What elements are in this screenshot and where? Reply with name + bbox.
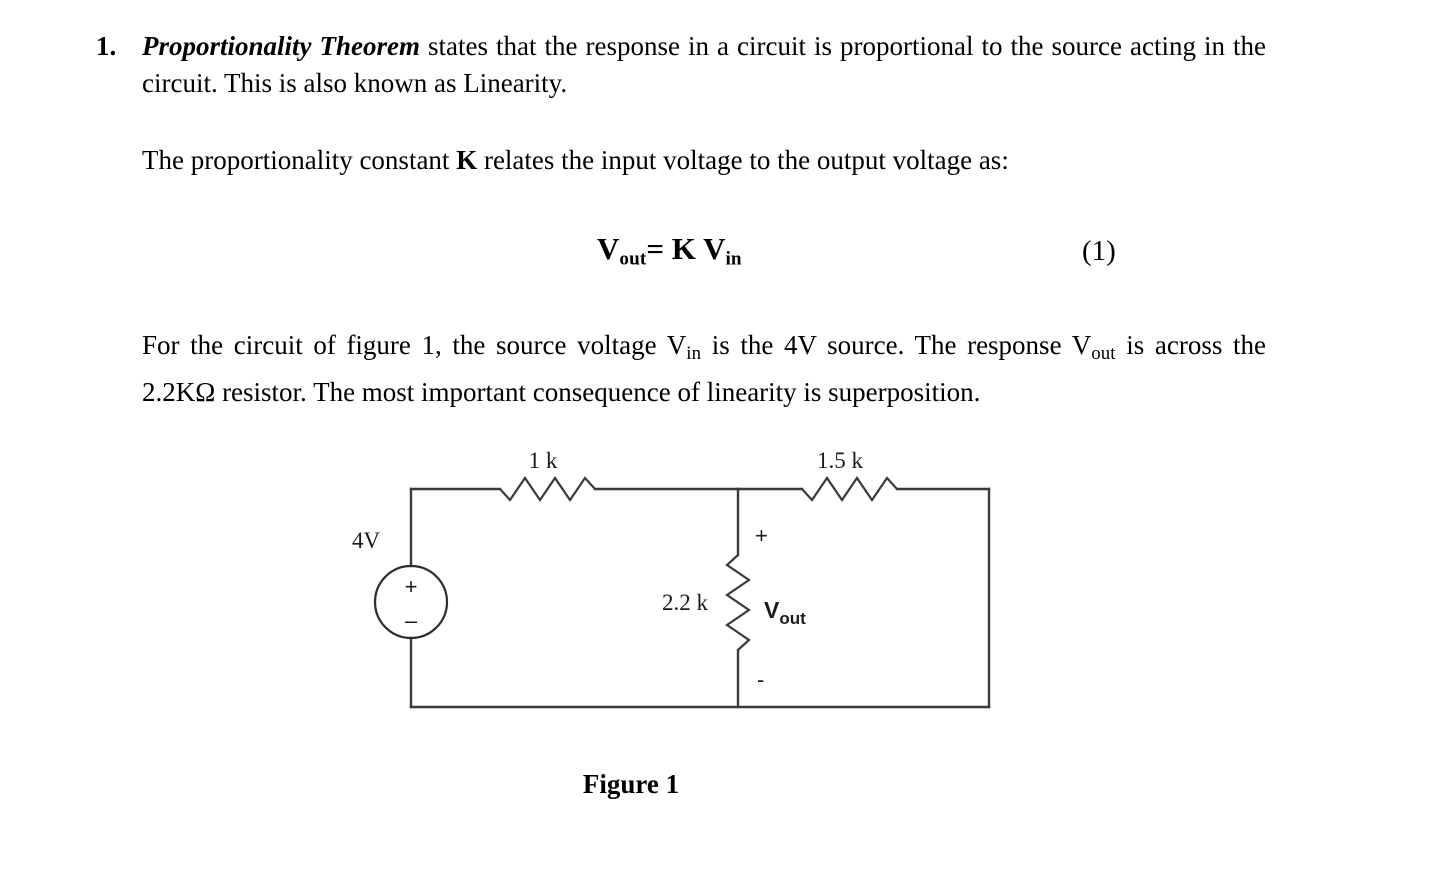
paragraph-3-subscript-in: in	[686, 342, 702, 364]
source-plus-sign: +	[405, 574, 418, 599]
paragraph-2-after-k: relates the input voltage to the output …	[477, 145, 1009, 175]
resistor-2p2k-symbol	[725, 554, 751, 651]
label-resistor-1k: 1 k	[529, 448, 558, 473]
resistor-1k-symbol	[499, 476, 596, 502]
label-vout-minus: -	[757, 667, 764, 692]
label-vout-main: V	[764, 597, 780, 623]
label-vout: Vout	[764, 597, 806, 628]
paragraph-3-subscript-out: out	[1091, 342, 1116, 364]
equation-vout-k-vin: Vout= K Vin	[597, 228, 742, 280]
paragraph-3-segment-1: For the circuit of figure 1, the source …	[142, 330, 687, 360]
source-minus-sign: –	[405, 608, 418, 633]
circuit-diagram: + – 4V 1 k 1.5 k 2.2 k + - Vout	[330, 438, 1030, 738]
equation-v-in-subscript: in	[725, 248, 742, 270]
equation-number: (1)	[1082, 235, 1116, 267]
figure-caption: Figure 1	[582, 769, 680, 799]
paragraph-2-before-k: The proportionality constant	[142, 145, 457, 175]
paragraph-proportionality-theorem: Proportionality Theorem states that the …	[142, 28, 1266, 102]
paragraph-circuit-description: For the circuit of figure 1, the source …	[142, 326, 1266, 412]
list-item-1: 1. Proportionality Theorem states that t…	[96, 28, 1266, 102]
symbol-k: K	[456, 145, 478, 175]
list-item-number: 1.	[96, 31, 117, 61]
label-vout-plus: +	[755, 523, 768, 548]
equation-v-out-subscript: out	[619, 248, 647, 270]
label-resistor-1p5k: 1.5 k	[817, 448, 864, 473]
label-resistor-2p2k: 2.2 k	[662, 590, 709, 615]
equation-v-out-symbol: V	[597, 231, 620, 266]
document-page: 1. Proportionality Theorem states that t…	[0, 0, 1434, 886]
equation-operator: = K	[646, 231, 704, 266]
resistor-1p5k-symbol	[801, 476, 898, 502]
list-item-body: Proportionality Theorem states that the …	[142, 28, 1266, 102]
label-vout-subscript: out	[779, 609, 806, 628]
circuit-svg: + – 4V 1 k 1.5 k 2.2 k + - Vout	[352, 448, 991, 709]
term-proportionality-theorem: Proportionality Theorem	[142, 31, 421, 61]
paragraph-proportionality-constant: The proportionality constant K relates t…	[142, 142, 1266, 179]
equation-row: Vout= K Vin (1)	[142, 228, 1266, 274]
paragraph-3-segment-2: is the 4V source. The response V	[701, 330, 1092, 360]
equation-v-in-symbol: V	[703, 231, 726, 266]
label-source-value: 4V	[352, 528, 381, 553]
